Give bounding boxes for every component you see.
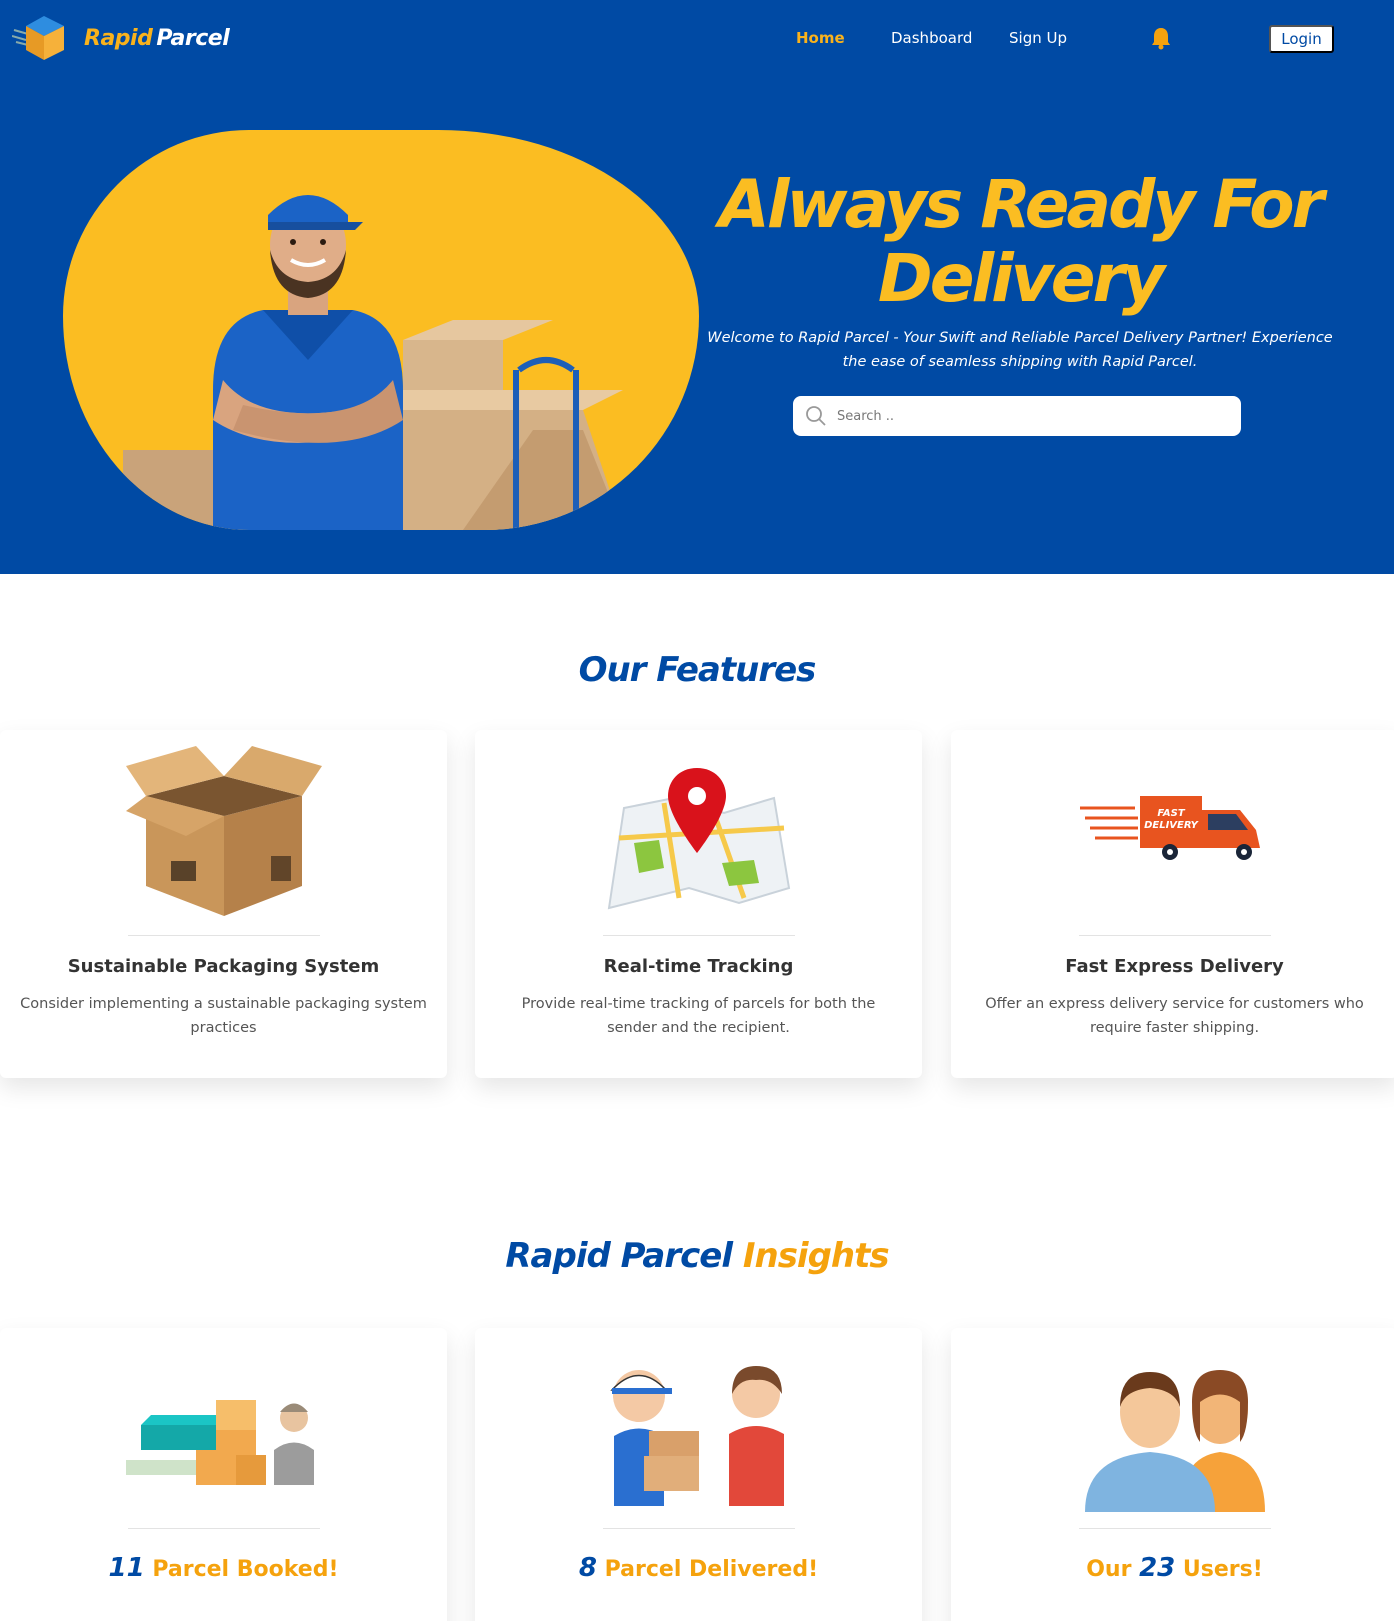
stat-suffix: Parcel Booked! xyxy=(144,1557,339,1582)
feature-title: Sustainable Packaging System xyxy=(67,956,380,977)
feature-desc: Offer an express delivery service for cu… xyxy=(985,996,1364,1036)
card-divider xyxy=(602,935,795,936)
parcels-illustration xyxy=(125,1400,314,1485)
card-divider xyxy=(127,1528,320,1529)
login-button[interactable]: Login xyxy=(1269,25,1334,53)
delivery-man-illustration xyxy=(123,195,623,530)
insight-card-booked: 11 Parcel Booked! xyxy=(0,1328,447,1621)
feature-card-packaging: Sustainable Packaging System Consider im… xyxy=(0,730,447,1078)
feature-desc: Provide real-time tracking of parcels fo… xyxy=(521,996,876,1036)
stat-prefix: Our xyxy=(1086,1557,1140,1582)
insights-title-part1: Rapid Parcel xyxy=(505,1236,733,1276)
feature-desc: Consider implementing a sustainable pack… xyxy=(20,996,427,1036)
cube-logo-icon xyxy=(12,16,64,60)
hero-title: Always Ready For Delivery xyxy=(718,166,1324,317)
brand-word-2: Parcel xyxy=(156,25,230,51)
users-icon xyxy=(1084,1370,1265,1512)
brand-word-1: Rapid xyxy=(84,25,153,51)
nav-signup-link[interactable]: Sign Up xyxy=(1009,29,1067,47)
navbar: Rapid Parcel Home Dashboard Sign Up Login xyxy=(0,0,1394,78)
truck-text-delivery: DELIVERY xyxy=(1144,820,1200,831)
feature-title: Fast Express Delivery xyxy=(1065,956,1284,977)
stat-users: Our 23 Users! xyxy=(951,1553,1394,1583)
insights-title-part2: Insights xyxy=(742,1236,890,1276)
map-pin-icon xyxy=(607,768,790,910)
handover-illustration xyxy=(609,1366,784,1506)
feature-card-delivery: FAST DELIVERY Fast Express Delivery Offe… xyxy=(951,730,1394,1078)
hero-subtitle: Welcome to Rapid Parcel - Your Swift and… xyxy=(707,330,1333,370)
stat-suffix: Parcel Delivered! xyxy=(596,1557,819,1582)
card-divider xyxy=(127,935,320,936)
hero-section: Always Ready For Delivery Welcome to Rap… xyxy=(0,78,1394,574)
feature-title: Real-time Tracking xyxy=(603,956,794,977)
feature-card-tracking: Real-time Tracking Provide real-time tra… xyxy=(475,730,922,1078)
stat-number: 23 xyxy=(1139,1553,1176,1583)
stat-booked: 11 Parcel Booked! xyxy=(0,1553,447,1583)
bell-icon[interactable] xyxy=(1150,26,1172,50)
nav-home-link[interactable]: Home xyxy=(796,29,845,47)
brand[interactable]: Rapid Parcel xyxy=(12,14,230,62)
insight-card-delivered: 8 Parcel Delivered! xyxy=(475,1328,922,1621)
card-divider xyxy=(1078,1528,1271,1529)
truck-text-fast: FAST xyxy=(1157,808,1185,819)
stat-delivered: 8 Parcel Delivered! xyxy=(475,1553,922,1583)
search-bar[interactable] xyxy=(793,396,1241,436)
search-input[interactable] xyxy=(837,408,1217,424)
brand-name: Rapid Parcel xyxy=(84,25,230,51)
stat-number: 8 xyxy=(578,1553,597,1583)
truck-icon: FAST DELIVERY xyxy=(1079,796,1260,860)
card-divider xyxy=(1078,935,1271,936)
nav-dashboard-link[interactable]: Dashboard xyxy=(891,29,972,47)
stat-suffix: Users! xyxy=(1175,1557,1263,1582)
features-title: Our Features xyxy=(578,650,817,690)
hero-image xyxy=(63,130,699,530)
insight-card-users: Our 23 Users! xyxy=(951,1328,1394,1621)
stat-number: 11 xyxy=(108,1553,145,1583)
search-icon xyxy=(806,406,826,426)
box-icon xyxy=(125,746,322,916)
insights-title: Rapid Parcel Insights xyxy=(0,1236,1394,1276)
card-divider xyxy=(602,1528,795,1529)
